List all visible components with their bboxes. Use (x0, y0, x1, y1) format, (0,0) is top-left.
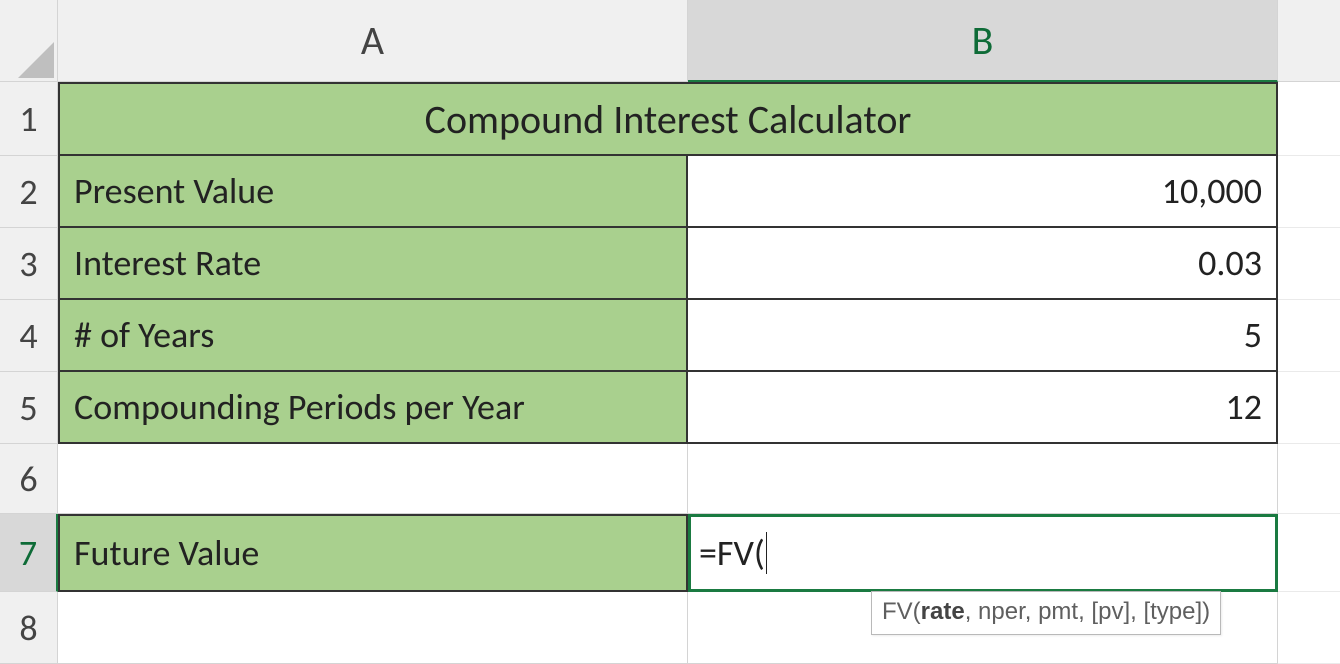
cell-c5[interactable] (1278, 372, 1340, 444)
select-all-corner[interactable] (0, 0, 58, 82)
cell-a5-label[interactable]: Compounding Periods per Year (58, 372, 688, 444)
cell-a6[interactable] (58, 444, 688, 514)
cell-b3-value[interactable]: 0.03 (688, 228, 1278, 300)
hint-rest: , nper, pmt, [pv], [type]) (965, 598, 1210, 625)
cell-a4-label[interactable]: # of Years (58, 300, 688, 372)
cell-a8[interactable] (58, 592, 688, 664)
cell-a3-label[interactable]: Interest Rate (58, 228, 688, 300)
text-caret (766, 532, 767, 574)
cell-c2[interactable] (1278, 156, 1340, 228)
cell-b7-formula-input[interactable]: =FV( FV(rate, nper, pmt, [pv], [type]) (688, 514, 1278, 592)
row-header-8[interactable]: 8 (0, 592, 58, 664)
cell-b5-value[interactable]: 12 (688, 372, 1278, 444)
cell-c3[interactable] (1278, 228, 1340, 300)
row-header-6[interactable]: 6 (0, 444, 58, 514)
column-header-c[interactable] (1278, 0, 1340, 82)
spreadsheet-grid: A B 1 Compound Interest Calculator 2 Pre… (0, 0, 1340, 664)
hint-fn: FV( (882, 598, 921, 625)
row-header-5[interactable]: 5 (0, 372, 58, 444)
cell-c8[interactable] (1278, 592, 1340, 664)
cell-c4[interactable] (1278, 300, 1340, 372)
formula-text: =FV( (699, 531, 765, 575)
cell-b4-value[interactable]: 5 (688, 300, 1278, 372)
cell-a1-merged-title[interactable]: Compound Interest Calculator (58, 82, 1278, 156)
hint-active-arg[interactable]: rate (921, 598, 965, 625)
row-header-2[interactable]: 2 (0, 156, 58, 228)
cell-c7[interactable] (1278, 514, 1340, 592)
cell-b6[interactable] (688, 444, 1278, 514)
cell-c1[interactable] (1278, 82, 1340, 156)
formula-hint-tooltip[interactable]: FV(rate, nper, pmt, [pv], [type]) (871, 591, 1221, 635)
cell-a7-label[interactable]: Future Value (58, 514, 688, 592)
row-header-1[interactable]: 1 (0, 82, 58, 156)
column-header-a[interactable]: A (58, 0, 688, 82)
cell-b2-value[interactable]: 10,000 (688, 156, 1278, 228)
select-all-triangle-icon (18, 42, 54, 78)
row-header-3[interactable]: 3 (0, 228, 58, 300)
column-header-b[interactable]: B (688, 0, 1278, 82)
cell-a2-label[interactable]: Present Value (58, 156, 688, 228)
cell-c6[interactable] (1278, 444, 1340, 514)
row-header-4[interactable]: 4 (0, 300, 58, 372)
row-header-7[interactable]: 7 (0, 514, 58, 592)
